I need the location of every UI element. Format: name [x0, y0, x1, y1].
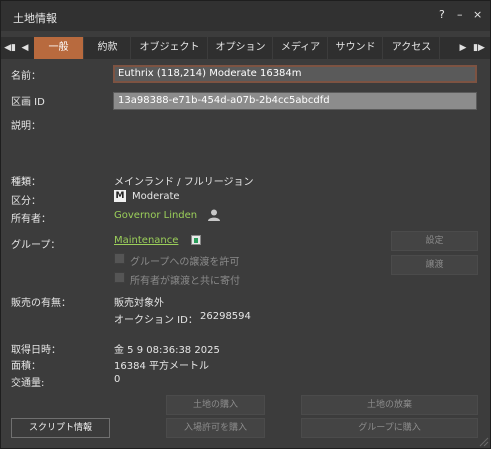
group-label: グループ： — [11, 240, 61, 251]
name-label: 名前： — [11, 71, 41, 82]
traffic-value: 0 — [114, 374, 121, 385]
for-sale-value: 販売対象外 — [114, 298, 164, 309]
for-sale-label: 販売の有無： — [11, 298, 71, 309]
close-button[interactable]: × — [473, 8, 482, 21]
tab-covenant[interactable]: 約款 — [85, 37, 131, 59]
auction-id-value: 26298594 — [200, 311, 251, 322]
allow-deed-label: グループへの譲渡を許可 — [130, 257, 240, 268]
script-info-button[interactable]: スクリプト情報 — [11, 418, 110, 438]
help-button[interactable]: ? — [439, 8, 445, 21]
tab-objects[interactable]: オブジェクト — [132, 37, 208, 59]
buy-land-button[interactable]: 土地の購入 — [166, 395, 265, 415]
settings-button[interactable]: 設定 — [391, 231, 478, 251]
abandon-land-button[interactable]: 土地の放棄 — [301, 395, 478, 415]
type-value: メインランド / フルリージョン — [114, 177, 254, 188]
tab-media[interactable]: メディア — [274, 37, 328, 59]
moderate-rating-icon: M — [114, 190, 126, 202]
group-icon[interactable] — [191, 235, 201, 245]
region-id-field[interactable]: 13a98388-e71b-454d-a07b-2b4cc5abcdfd — [113, 92, 477, 110]
owner-contrib-checkbox[interactable] — [114, 272, 125, 283]
person-profile-icon[interactable] — [207, 209, 221, 221]
scroll-first-tab-icon[interactable]: ◀▮ — [3, 37, 17, 59]
deed-button[interactable]: 譲渡 — [391, 255, 478, 275]
type-label: 種類： — [11, 177, 41, 188]
rating-label: 区分： — [11, 196, 41, 207]
resize-grip-icon[interactable] — [477, 435, 489, 447]
tab-bar: ◀▮ ◀ 一般 約款 オブジェクト オプション メディア サウンド アクセス ▶… — [1, 37, 490, 59]
scroll-right-tab-icon[interactable]: ▶ — [456, 37, 470, 59]
minimize-button[interactable]: – — [457, 8, 463, 21]
description-label: 説明： — [11, 121, 41, 132]
region-id-label: 区画 ID — [11, 97, 45, 108]
rating-value: Moderate — [132, 191, 180, 202]
land-info-window: 土地情報 ? – × ◀▮ ◀ 一般 約款 オブジェクト オプション メディア … — [0, 0, 491, 449]
group-link[interactable]: Maintenance — [114, 235, 178, 246]
title-bar[interactable]: 土地情報 ? – × — [1, 1, 490, 31]
traffic-label: 交通量: — [11, 378, 45, 389]
owner-contrib-label: 所有者が譲渡と共に寄付 — [130, 276, 240, 287]
tab-options[interactable]: オプション — [209, 37, 273, 59]
claimed-value: 金 5 9 08:36:38 2025 — [114, 345, 220, 356]
owner-link[interactable]: Governor Linden — [114, 210, 197, 221]
buy-pass-button[interactable]: 入場許可を購入 — [166, 418, 265, 438]
area-value: 16384 平方メートル — [114, 361, 209, 372]
rating-value-container: M Moderate — [114, 190, 180, 202]
window-title: 土地情報 — [13, 12, 57, 25]
buy-for-group-button[interactable]: グループに購入 — [301, 418, 478, 438]
tab-general[interactable]: 一般 — [34, 37, 84, 59]
owner-label: 所有者： — [11, 214, 51, 225]
allow-deed-checkbox[interactable] — [114, 253, 125, 264]
tab-sound[interactable]: サウンド — [329, 37, 383, 59]
area-label: 面積： — [11, 361, 41, 372]
scroll-last-tab-icon[interactable]: ▮▶ — [472, 37, 486, 59]
name-field[interactable]: Euthrix (118,214) Moderate 16384m — [113, 65, 477, 83]
scroll-left-tab-icon[interactable]: ◀ — [18, 37, 32, 59]
claimed-label: 取得日時： — [11, 345, 61, 356]
auction-label: オークション ID： — [114, 315, 198, 326]
tab-access[interactable]: アクセス — [384, 37, 440, 59]
